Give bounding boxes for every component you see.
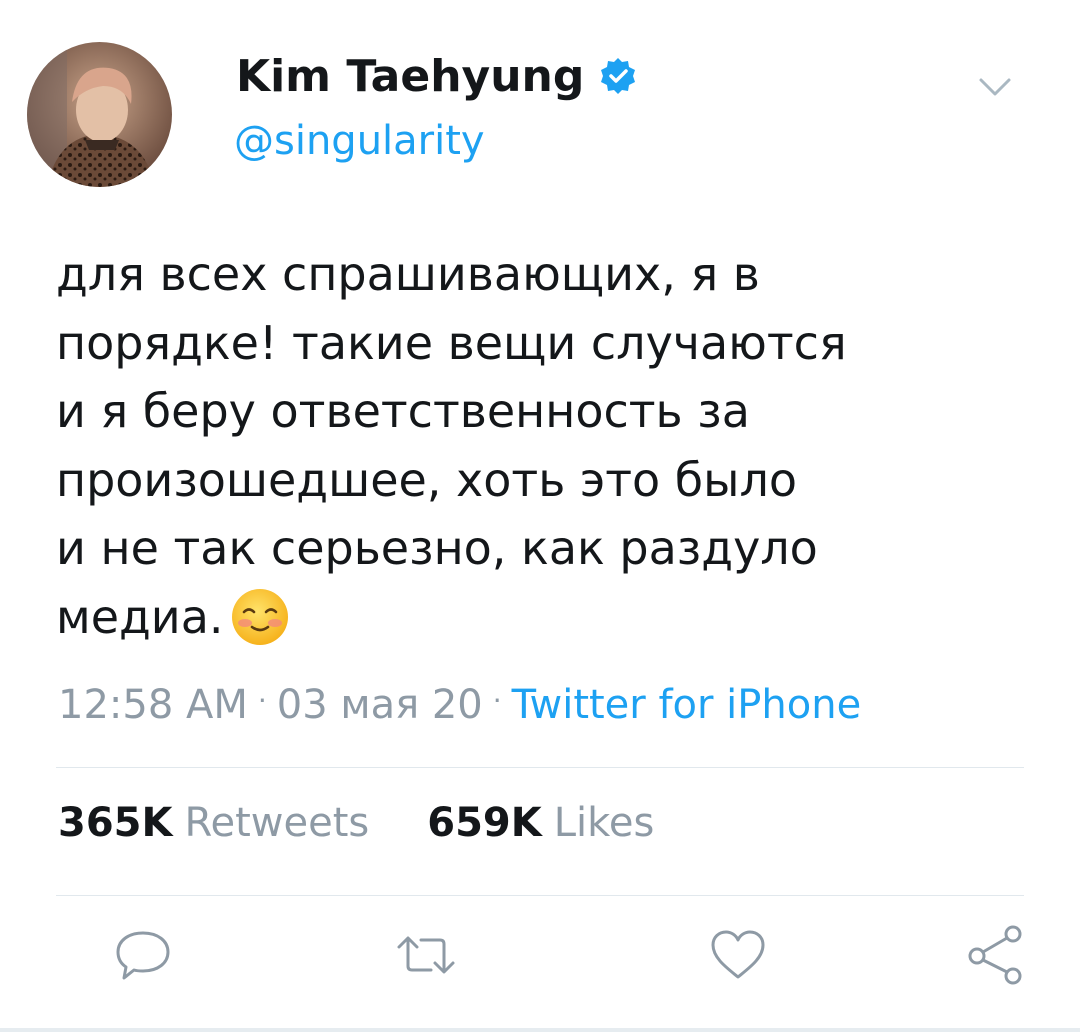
likes-stat[interactable]: 659K Likes xyxy=(427,800,654,846)
reply-button[interactable] xyxy=(108,920,178,990)
tweet-date: 03 мая 20 xyxy=(276,682,483,728)
separator-dot: · xyxy=(492,684,502,717)
tweet-card: Kim Taehyung @singularity для всех спраш… xyxy=(0,0,1080,1032)
divider xyxy=(56,895,1024,896)
reply-icon xyxy=(116,931,170,980)
tweet-body: для всех спрашивающих, я в порядке! таки… xyxy=(56,247,847,644)
retweets-label: Retweets xyxy=(184,800,370,846)
retweets-stat[interactable]: 365K Retweets xyxy=(58,800,369,846)
tweet-time: 12:58 AM xyxy=(58,682,248,728)
retweet-button[interactable] xyxy=(391,920,461,990)
divider xyxy=(56,767,1024,768)
tweet-text: для всех спрашивающих, я в порядке! таки… xyxy=(56,240,1056,651)
verified-badge-icon xyxy=(601,58,636,94)
share-button[interactable] xyxy=(960,920,1030,990)
tweet-meta: 12:58 AM · 03 мая 20 · Twitter for iPhone xyxy=(58,682,861,728)
retweets-count: 365K xyxy=(58,800,173,846)
smiling-face-icon xyxy=(231,588,288,645)
display-name[interactable]: Kim Taehyung xyxy=(236,51,584,102)
tweet-source-link[interactable]: Twitter for iPhone xyxy=(512,682,862,728)
avatar[interactable] xyxy=(27,42,172,187)
bottom-border xyxy=(0,1028,1080,1032)
retweet-icon xyxy=(397,936,455,974)
likes-label: Likes xyxy=(553,800,655,846)
action-bar xyxy=(0,920,1080,1000)
heart-icon xyxy=(711,930,765,979)
author-name-row[interactable]: Kim Taehyung xyxy=(236,46,638,106)
likes-count: 659K xyxy=(427,800,542,846)
author-handle[interactable]: @singularity xyxy=(234,118,485,164)
separator-dot: · xyxy=(257,684,267,717)
share-icon xyxy=(968,925,1022,985)
chevron-down-icon[interactable] xyxy=(978,76,1012,98)
tweet-stats: 365K Retweets 659K Likes xyxy=(58,800,654,846)
like-button[interactable] xyxy=(703,920,773,990)
